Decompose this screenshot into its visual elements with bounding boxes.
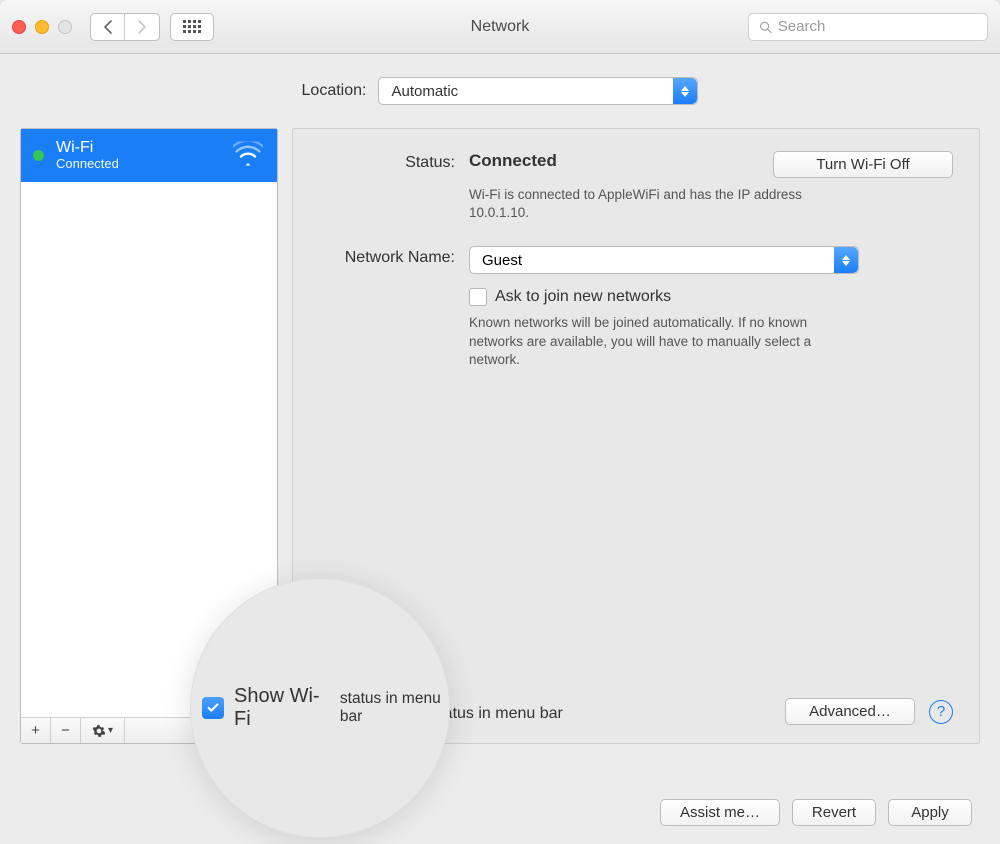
search-field[interactable]: [748, 13, 988, 41]
network-name-label: Network Name:: [319, 246, 469, 369]
titlebar: Network: [0, 0, 1000, 54]
forward-button[interactable]: [125, 14, 159, 40]
minimize-button[interactable]: [35, 20, 49, 34]
show-menu-checkbox-zoom: [202, 697, 224, 719]
network-name-select[interactable]: Guest: [469, 246, 859, 274]
search-input[interactable]: [778, 18, 977, 35]
sidebar-item-wifi[interactable]: Wi-Fi Connected: [21, 129, 277, 182]
grid-icon: [183, 20, 201, 33]
chevron-up-down-icon: [673, 78, 697, 104]
ask-to-join-description: Known networks will be joined automatica…: [469, 314, 859, 369]
magnifier-label-tail: status in menu bar: [340, 690, 462, 726]
interface-options-button[interactable]: ▾: [81, 718, 125, 743]
apply-button[interactable]: Apply: [888, 799, 972, 826]
back-button[interactable]: [91, 14, 125, 40]
location-row: Location: Automatic: [0, 54, 1000, 128]
toggle-wifi-button[interactable]: Turn Wi-Fi Off: [773, 151, 953, 178]
ask-to-join-label: Ask to join new networks: [495, 288, 671, 306]
interface-name: Wi-Fi: [56, 139, 119, 157]
wifi-icon: [233, 141, 263, 170]
content-area: Wi-Fi Connected + −: [0, 128, 1000, 758]
show-all-button[interactable]: [170, 13, 214, 41]
assist-me-button[interactable]: Assist me…: [660, 799, 780, 826]
sidebar-item-text: Wi-Fi Connected: [56, 139, 119, 172]
search-icon: [759, 20, 772, 34]
advanced-button[interactable]: Advanced…: [785, 698, 915, 725]
remove-interface-button[interactable]: −: [51, 718, 81, 743]
zoom-button[interactable]: [58, 20, 72, 34]
chevron-down-icon: ▾: [108, 725, 113, 736]
magnifier-label-main: Show Wi-Fi: [234, 685, 332, 731]
gear-icon: [92, 724, 106, 738]
dialog-footer: Assist me… Revert Apply: [660, 799, 972, 826]
magnifier-callout: Show Wi-Fi status in menu bar: [190, 578, 450, 838]
network-preferences-window: Network Location: Automatic: [0, 0, 1000, 844]
status-value: Connected: [469, 151, 557, 171]
interface-status: Connected: [56, 157, 119, 172]
magnifier-content: Show Wi-Fi status in menu bar: [202, 685, 462, 731]
ask-to-join-checkbox[interactable]: [469, 288, 487, 306]
status-label: Status:: [319, 151, 469, 222]
chevron-up-down-icon: [834, 247, 858, 273]
nav-group: [90, 13, 160, 41]
location-select[interactable]: Automatic: [378, 77, 698, 105]
window-controls: [12, 20, 72, 34]
location-value: Automatic: [391, 83, 458, 100]
revert-button[interactable]: Revert: [792, 799, 876, 826]
network-name-value: Guest: [482, 252, 522, 269]
status-description: Wi-Fi is connected to AppleWiFi and has …: [469, 186, 859, 222]
status-dot-icon: [33, 150, 44, 161]
help-button[interactable]: ?: [929, 700, 953, 724]
location-label: Location:: [302, 82, 367, 100]
close-button[interactable]: [12, 20, 26, 34]
add-interface-button[interactable]: +: [21, 718, 51, 743]
